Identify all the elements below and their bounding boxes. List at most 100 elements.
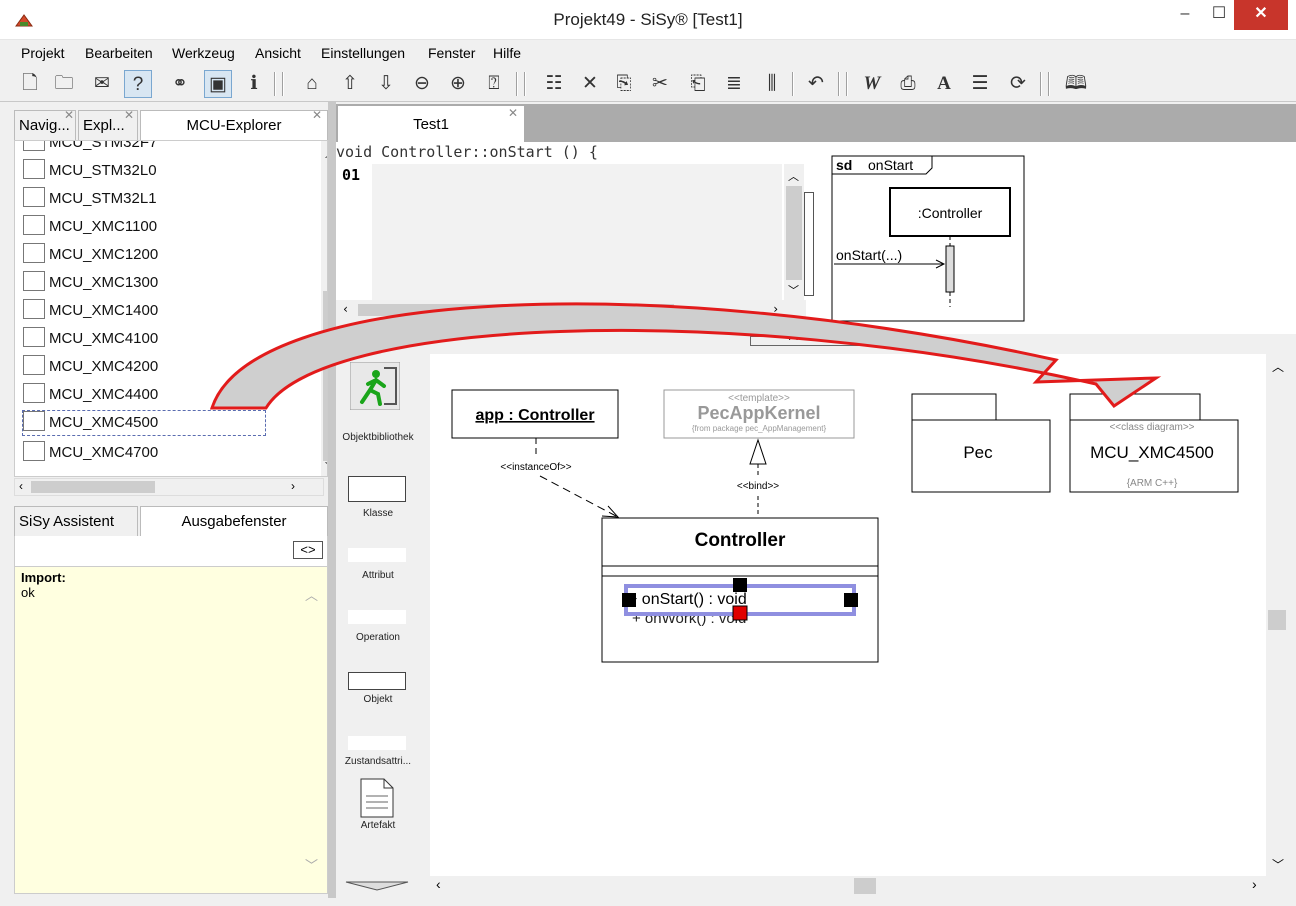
run-icon[interactable] — [350, 362, 400, 410]
context-help-icon[interactable]: ⍰ — [480, 70, 508, 98]
tree-vertical-scrollbar[interactable]: ︿ ﹀ — [321, 141, 327, 476]
refresh-icon[interactable]: ⟳ — [1004, 70, 1032, 98]
arrow-up-icon[interactable]: ⇧ — [336, 70, 364, 98]
scroll-up-icon[interactable]: ︿ — [788, 168, 799, 184]
code-vertical-scrollbar[interactable]: ︿ ﹀ — [784, 164, 804, 300]
artifact-icon[interactable] — [360, 778, 394, 818]
scroll-thumb[interactable] — [358, 304, 674, 316]
palette-objekt[interactable]: Objekt — [336, 694, 420, 705]
arrow-down-icon[interactable]: ⇩ — [372, 70, 400, 98]
scroll-right-icon[interactable]: › — [291, 479, 295, 493]
help-icon[interactable]: ? — [124, 70, 152, 98]
binoculars-icon[interactable]: ⚭ — [166, 70, 194, 98]
tree-item[interactable]: MCU_XMC1400 — [23, 299, 158, 323]
canvas-vertical-scrollbar[interactable]: ︿ ﹀ — [1266, 354, 1288, 878]
columns-icon[interactable]: ⫼ — [758, 70, 786, 98]
scroll-left-icon[interactable]: ‹ — [342, 302, 349, 316]
palette-operation[interactable]: Operation — [336, 632, 420, 643]
tree-item[interactable]: MCU_STM32L1 — [23, 187, 157, 211]
state-attribute-shape-icon[interactable] — [348, 736, 406, 750]
palette-klasse[interactable]: Klasse — [336, 508, 420, 519]
close-tab-icon[interactable]: ✕ — [312, 108, 322, 122]
scroll-thumb[interactable] — [786, 186, 802, 280]
tree-item[interactable]: MCU_XMC1300 — [23, 271, 158, 295]
palette-objektbibliothek[interactable]: Objektbibliothek — [336, 432, 420, 443]
menu-einstellungen[interactable]: Einstellungen — [321, 45, 405, 61]
font-icon[interactable]: A — [930, 70, 958, 98]
scroll-right-icon[interactable]: › — [772, 302, 779, 316]
list-icon[interactable]: ≣ — [720, 70, 748, 98]
minimize-button[interactable]: – — [1166, 0, 1204, 30]
scroll-thumb[interactable] — [854, 878, 876, 894]
bullets-icon[interactable]: ☰ — [966, 70, 994, 98]
properties-icon[interactable]: ☷ — [540, 70, 568, 98]
scroll-left-icon[interactable]: ‹ — [436, 876, 441, 892]
scroll-up-icon[interactable]: ︿ — [305, 585, 318, 604]
paste-icon[interactable]: ⎗ — [684, 70, 712, 98]
copy-icon[interactable]: ⎘ — [610, 70, 638, 98]
tree-item[interactable]: MCU_STM32F7 — [23, 141, 157, 155]
scroll-right-icon[interactable]: › — [1252, 876, 1257, 892]
code-horizontal-scrollbar[interactable]: ‹ › — [336, 300, 806, 320]
word-icon[interactable]: W — [858, 70, 886, 98]
scroll-down-icon[interactable]: ﹀ — [1272, 856, 1284, 873]
tree-item-selected[interactable]: MCU_XMC4500 — [22, 410, 266, 436]
zoom-in-icon[interactable]: ⊕ — [444, 70, 472, 98]
vertical-splitter[interactable] — [328, 102, 336, 898]
palette-scroll-down-icon[interactable] — [344, 880, 410, 892]
print-icon[interactable]: ⎙ — [894, 70, 922, 98]
tab-test1[interactable]: Test1 — [338, 106, 524, 142]
tab-sisy-assistent[interactable]: SiSy Assistent — [14, 506, 138, 536]
tree-item[interactable]: MCU_XMC4100 — [23, 327, 158, 351]
scroll-thumb[interactable] — [1268, 610, 1286, 630]
book-icon[interactable]: 🕮 — [1062, 70, 1090, 98]
scroll-thumb[interactable] — [31, 481, 155, 493]
menu-ansicht[interactable]: Ansicht — [255, 45, 301, 61]
menu-hilfe[interactable]: Hilfe — [493, 45, 521, 61]
toggle-button[interactable]: <> — [293, 541, 323, 559]
code-editor[interactable]: void Controller::onStart () { 01 ︿ ﹀ ‹ › — [336, 142, 816, 320]
close-tab-icon[interactable]: ✕ — [124, 108, 134, 122]
tree-item[interactable]: MCU_XMC1200 — [23, 243, 158, 267]
close-button[interactable]: ✕ — [1234, 0, 1288, 30]
palette-zustandsattribut[interactable]: Zustandsattri... — [336, 756, 420, 767]
tree-horizontal-scrollbar[interactable]: ‹ › — [14, 478, 324, 496]
tree-item[interactable]: MCU_XMC1100 — [23, 215, 157, 239]
window-icon[interactable]: ▣ — [204, 70, 232, 98]
home-icon[interactable]: ⌂ — [298, 70, 326, 98]
close-tab-icon[interactable]: ✕ — [64, 108, 74, 122]
splitter-grip[interactable]: ······ — [750, 335, 870, 346]
delete-icon[interactable]: ✕ — [576, 70, 604, 98]
palette-attribut[interactable]: Attribut — [336, 570, 420, 581]
scroll-up-icon[interactable]: ︿ — [1272, 358, 1284, 375]
close-tab-icon[interactable]: ✕ — [508, 106, 518, 120]
tree-item[interactable]: MCU_XMC4200 — [23, 355, 158, 379]
scroll-left-icon[interactable]: ‹ — [19, 479, 23, 493]
scroll-down-icon[interactable]: ﹀ — [788, 282, 799, 298]
maximize-button[interactable]: ☐ — [1204, 0, 1234, 30]
menu-werkzeug[interactable]: Werkzeug — [172, 45, 235, 61]
editor-splitter[interactable]: ······ — [336, 334, 1296, 350]
menu-projekt[interactable]: Projekt — [21, 45, 65, 61]
object-shape-icon[interactable] — [348, 672, 406, 690]
tab-mcu-explorer[interactable]: MCU-Explorer — [140, 110, 328, 140]
undo-icon[interactable]: ↶ — [802, 70, 830, 98]
class-diagram-canvas[interactable]: app : Controller <<instanceOf>> <<templa… — [430, 354, 1266, 876]
info-person-icon[interactable]: ℹ — [240, 70, 268, 98]
canvas-horizontal-scrollbar[interactable]: ‹ › — [430, 876, 1270, 896]
code-input[interactable] — [372, 164, 782, 300]
tree-item[interactable]: MCU_STM32L0 — [23, 159, 157, 183]
operation-shape-icon[interactable] — [348, 610, 406, 624]
scroll-down-icon[interactable]: ﹀ — [305, 855, 318, 874]
cut-icon[interactable]: ✂ — [646, 70, 674, 98]
tab-ausgabefenster[interactable]: Ausgabefenster — [140, 506, 328, 536]
tree-item[interactable]: MCU_XMC4700 — [23, 441, 158, 465]
attribute-shape-icon[interactable] — [348, 548, 406, 562]
zoom-out-icon[interactable]: ⊖ — [408, 70, 436, 98]
menu-bearbeiten[interactable]: Bearbeiten — [85, 45, 153, 61]
open-folder-icon[interactable]: 🗀 — [50, 70, 78, 98]
menu-fenster[interactable]: Fenster — [428, 45, 475, 61]
tree-item[interactable]: MCU_XMC4400 — [23, 383, 158, 407]
mail-icon[interactable]: ✉ — [88, 70, 116, 98]
new-file-icon[interactable]: 🗋 — [16, 70, 44, 98]
